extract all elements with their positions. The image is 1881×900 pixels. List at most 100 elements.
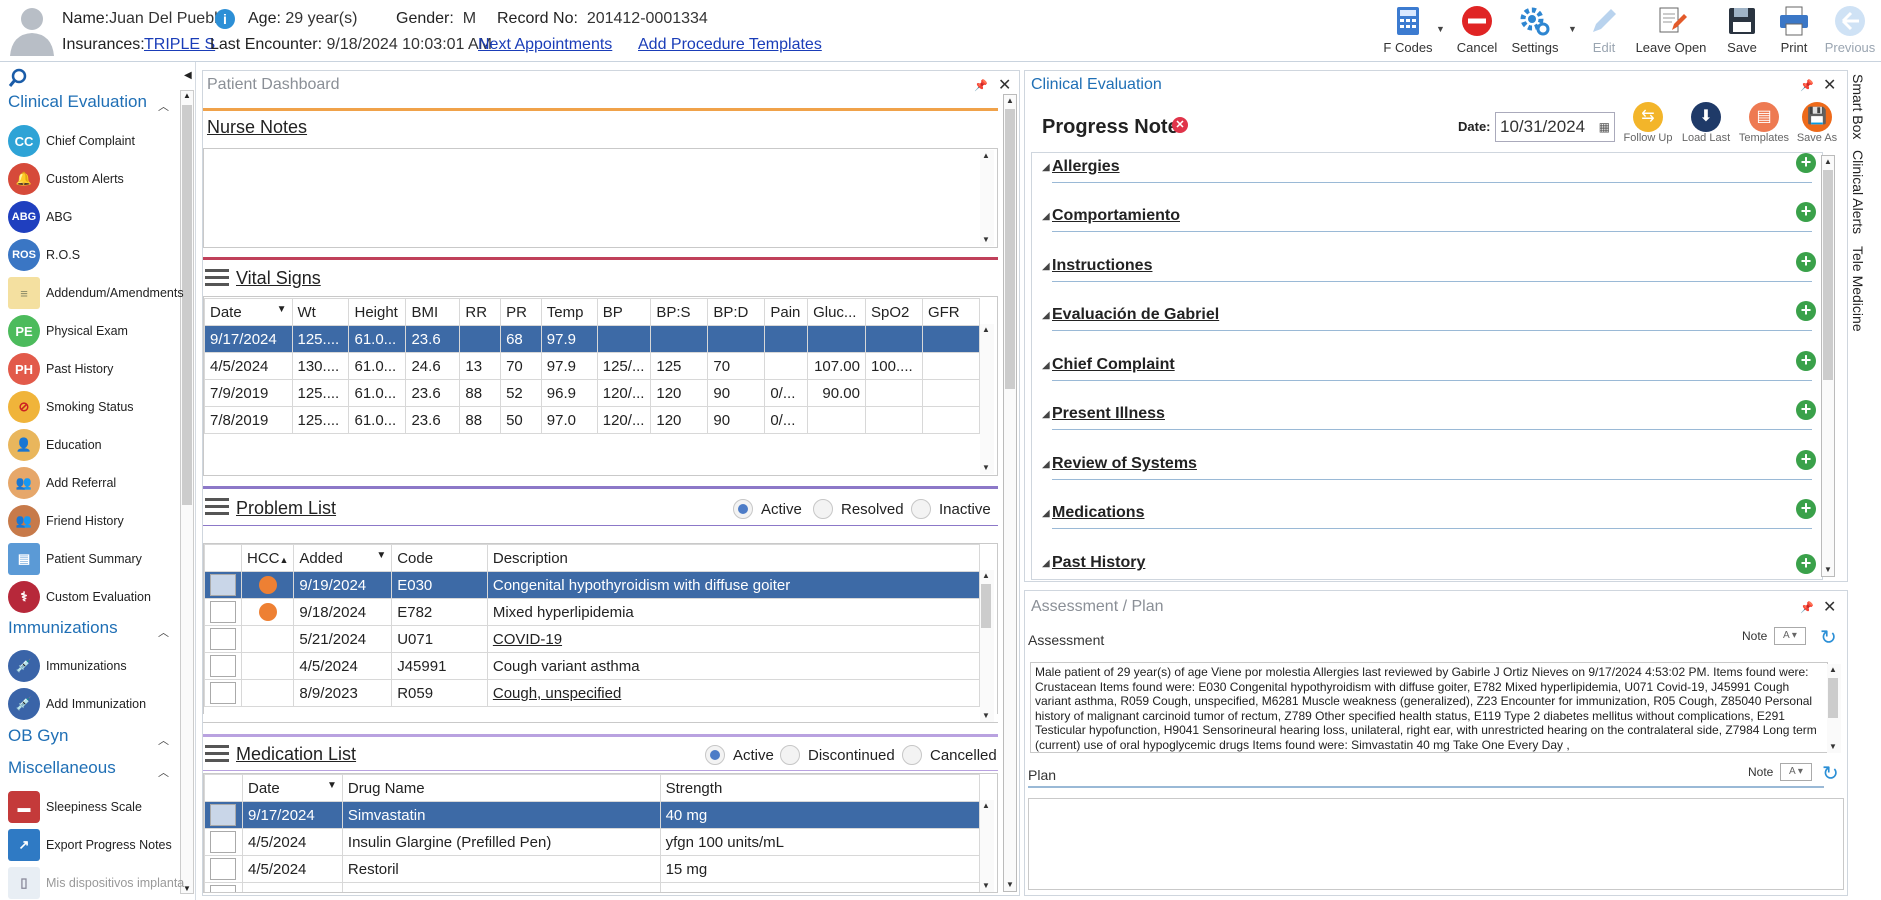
section-chief-complaint[interactable]: ◢ Chief Complaint + (1042, 351, 1822, 405)
assessment-scrollbar[interactable]: ▲ ▼ (1827, 664, 1841, 753)
sidebar-item-education[interactable]: 👤 Education (8, 428, 180, 462)
row-checkbox[interactable] (210, 682, 236, 704)
add-icon[interactable]: + (1796, 554, 1816, 574)
chevron-up-icon[interactable]: ︿ (158, 764, 169, 780)
next-appointments-link[interactable]: Next Appointments (478, 36, 612, 54)
close-icon[interactable]: ✕ (1823, 597, 1836, 617)
problem-list-scrollbar[interactable]: ▲ ▼ (980, 570, 994, 722)
save-button[interactable]: Save (1722, 4, 1762, 58)
col-wt[interactable]: Wt (291, 298, 350, 326)
chevron-up-icon[interactable]: ︿ (158, 624, 169, 640)
hamburger-menu-icon[interactable] (205, 498, 229, 516)
scroll-thumb[interactable] (1823, 170, 1833, 380)
sidebar-item-immunizations[interactable]: 💉 Immunizations (8, 649, 180, 683)
row-checkbox[interactable] (210, 804, 236, 826)
col-description[interactable]: Description (486, 544, 981, 572)
scroll-up-icon[interactable]: ▲ (181, 91, 193, 100)
settings-button[interactable]: Settings (1508, 4, 1562, 58)
sidebar-item-addendum[interactable]: ≡ Addendum/Amendments (8, 276, 184, 310)
scroll-down-icon[interactable]: ▼ (980, 710, 992, 722)
row-checkbox[interactable] (210, 601, 236, 623)
col-bmi[interactable]: BMI (405, 298, 461, 326)
col-code[interactable]: Code (391, 544, 488, 572)
scroll-thumb[interactable] (1828, 678, 1838, 718)
tab-smart-box[interactable]: Smart Box (1850, 74, 1866, 139)
table-row[interactable] (204, 882, 981, 892)
plan-format-dropdown[interactable]: A ▾ (1780, 763, 1812, 781)
date-input[interactable]: 10/31/2024 ▦ (1495, 112, 1615, 142)
hamburger-menu-icon[interactable] (205, 745, 229, 763)
med-filter-discontinued-radio[interactable]: Discontinued (780, 745, 895, 765)
nurse-notes-scrollbar[interactable]: ▲ ▼ (980, 150, 994, 246)
row-checkbox[interactable] (210, 858, 236, 880)
scroll-down-icon[interactable]: ▼ (980, 234, 992, 246)
clinical-sections-scrollbar[interactable]: ▲ ▼ (1821, 155, 1835, 577)
pin-icon[interactable]: 📌 (1800, 79, 1814, 92)
col-bps[interactable]: BP:S (650, 298, 709, 326)
scroll-up-icon[interactable]: ▲ (980, 150, 992, 162)
sidebar-item-patient-summary[interactable]: ▤ Patient Summary (8, 542, 180, 576)
col-drug-name[interactable]: Drug Name (341, 774, 661, 802)
collapse-triangle-icon[interactable]: ◢ (1042, 162, 1050, 173)
scroll-up-icon[interactable]: ▲ (1827, 664, 1839, 676)
sidebar-scrollbar[interactable]: ▲ ▼ (180, 90, 194, 894)
collapse-triangle-icon[interactable]: ◢ (1042, 261, 1050, 272)
dashboard-scrollbar[interactable]: ▲ ▼ (1003, 94, 1017, 892)
tab-tele-medicine[interactable]: Tele Medicine (1850, 246, 1866, 332)
add-icon[interactable]: + (1796, 450, 1816, 470)
table-row[interactable]: 7/9/2019 125.... 61.0... 23.6 88 52 96.9 120/..… (204, 379, 981, 407)
refresh-icon[interactable]: ↻ (1822, 761, 1839, 786)
chevron-up-icon[interactable]: ︿ (158, 98, 169, 114)
collapse-triangle-icon[interactable]: ◢ (1042, 211, 1050, 222)
follow-up-button[interactable]: ⇆ Follow Up (1620, 102, 1676, 144)
col-glucose[interactable]: Gluc... (807, 298, 866, 326)
print-button[interactable]: Print (1774, 4, 1814, 58)
table-row[interactable]: 9/17/2024 125.... 61.0... 23.6 68 97.9 (204, 325, 981, 353)
scroll-up-icon[interactable]: ▲ (980, 324, 992, 336)
add-icon[interactable]: + (1796, 252, 1816, 272)
row-checkbox[interactable] (210, 885, 236, 892)
refresh-icon[interactable]: ↻ (1820, 625, 1837, 650)
calendar-icon[interactable]: ▦ (1599, 120, 1610, 134)
table-row[interactable]: 7/8/2019 125.... 61.0... 23.6 88 50 97.0 120/..… (204, 406, 981, 434)
section-miscellaneous[interactable]: Miscellaneous (8, 758, 116, 778)
hamburger-menu-icon[interactable] (205, 269, 229, 287)
add-icon[interactable]: + (1796, 202, 1816, 222)
col-rr[interactable]: RR (459, 298, 502, 326)
scroll-thumb[interactable] (981, 584, 991, 628)
leave-open-button[interactable]: Leave Open (1634, 4, 1708, 58)
sort-dropdown-icon[interactable]: ▼ (277, 304, 287, 315)
vitals-scrollbar[interactable]: ▲ ▼ (980, 324, 994, 474)
add-icon[interactable]: + (1796, 400, 1816, 420)
collapse-triangle-icon[interactable]: ◢ (1042, 360, 1050, 371)
section-review-of-systems[interactable]: ◢ Review of Systems + (1042, 450, 1822, 504)
previous-button[interactable]: Previous (1822, 4, 1878, 58)
col-strength[interactable]: Strength (659, 774, 981, 802)
section-clinical-evaluation[interactable]: Clinical Evaluation (8, 92, 147, 112)
fcodes-dropdown-icon[interactable]: ▼ (1436, 24, 1445, 34)
close-icon[interactable]: ✕ (998, 75, 1011, 95)
search-icon[interactable] (8, 68, 28, 88)
filter-resolved-radio[interactable]: Resolved (813, 499, 904, 519)
table-row[interactable]: 9/19/2024 E030 Congenital hypothyroidism… (204, 571, 981, 599)
sidebar-item-sleepiness-scale[interactable]: ▬ Sleepiness Scale (8, 790, 180, 824)
sidebar-item-custom-evaluation[interactable]: ⚕ Custom Evaluation (8, 580, 180, 614)
info-icon[interactable]: i (215, 9, 235, 29)
sidebar-item-friend-history[interactable]: 👥 Friend History (8, 504, 180, 538)
col-height[interactable]: Height (348, 298, 407, 326)
col-hcc[interactable]: HCC▲ (240, 544, 295, 572)
collapse-triangle-icon[interactable]: ◢ (1042, 558, 1050, 569)
row-checkbox[interactable] (210, 628, 236, 650)
col-temp[interactable]: Temp (540, 298, 598, 326)
scroll-down-icon[interactable]: ▼ (980, 462, 992, 474)
scroll-down-icon[interactable]: ▼ (1822, 564, 1834, 576)
sidebar-item-chief-complaint[interactable]: CC Chief Complaint (8, 124, 180, 158)
collapse-triangle-icon[interactable]: ◢ (1042, 459, 1050, 470)
scroll-thumb[interactable] (182, 105, 192, 505)
add-procedure-templates-link[interactable]: Add Procedure Templates (638, 36, 822, 54)
sidebar-item-export-progress-notes[interactable]: ↗ Export Progress Notes (8, 828, 180, 862)
plan-textarea[interactable] (1028, 798, 1844, 890)
col-date[interactable]: Date ▼ (241, 774, 343, 802)
add-icon[interactable]: + (1796, 351, 1816, 371)
load-last-button[interactable]: ⬇ Load Last (1676, 102, 1736, 144)
